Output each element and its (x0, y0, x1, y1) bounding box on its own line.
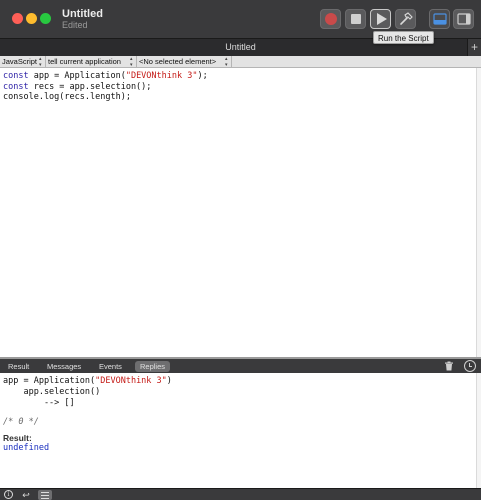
stop-button[interactable] (345, 9, 366, 29)
log-output: app = Application("DEVONthink 3") app.se… (0, 373, 476, 488)
return-arrow-icon: ↩ (22, 490, 30, 500)
stop-icon (350, 14, 361, 24)
log-comment: /* 0 */ (3, 417, 39, 427)
script-editor[interactable]: const app = Application("DEVONthink 3");… (0, 68, 476, 357)
run-script-tooltip: Run the Script (373, 31, 434, 44)
play-icon (376, 13, 387, 25)
editor-scrollbar[interactable] (476, 68, 481, 357)
tab-events[interactable]: Events (94, 361, 127, 372)
code-line[interactable]: const app = Application("DEVONthink 3"); (3, 71, 208, 82)
hammer-icon (399, 12, 413, 25)
log-text: ) (166, 376, 172, 386)
run-button[interactable] (370, 9, 391, 29)
log-line: app.selection() (3, 387, 101, 397)
code-text: console.log(recs.length); (3, 92, 131, 102)
history-clock-icon[interactable] (464, 360, 476, 372)
show-log-button[interactable] (429, 9, 450, 29)
info-icon: i (4, 490, 13, 499)
element-popup[interactable]: <No selected element> (137, 56, 232, 68)
minimize-window-button[interactable] (26, 13, 37, 24)
language-popup[interactable]: JavaScript (0, 56, 46, 68)
description-button[interactable]: i (2, 490, 16, 500)
trash-icon[interactable] (444, 361, 454, 371)
bottom-pane-icon (432, 13, 447, 25)
code-keyword: const (3, 81, 29, 92)
window-subtitle: Edited (62, 20, 88, 30)
log-tab-bar: Result Messages Events Replies (0, 359, 481, 373)
log-list-button[interactable] (38, 490, 52, 500)
reply-log-button[interactable]: ↩ (19, 490, 33, 500)
log-line: app = Application("DEVONthink 3") (3, 376, 172, 386)
result-value: undefined (3, 443, 50, 453)
code-keyword: const (3, 71, 29, 81)
code-line[interactable]: const recs = app.selection(); (3, 82, 208, 93)
code-text: ); (197, 71, 208, 81)
show-library-button[interactable] (453, 9, 474, 29)
tab-messages[interactable]: Messages (42, 361, 86, 372)
result-label: Result: (3, 433, 32, 443)
list-icon (41, 492, 49, 493)
list-icon (41, 498, 49, 499)
log-scrollbar[interactable] (476, 373, 481, 488)
code-string: "DEVONthink 3" (125, 71, 198, 81)
status-bar: i ↩ (0, 488, 481, 500)
zoom-window-button[interactable] (40, 13, 51, 24)
compile-button[interactable] (395, 9, 416, 29)
code-text: app = Application( (28, 71, 126, 81)
log-string: "DEVONthink 3" (95, 376, 167, 386)
log-line: --> [] (3, 398, 75, 408)
navigation-bar: JavaScript tell current application <No … (0, 56, 481, 68)
code-text: recs = app.selection(); (28, 81, 152, 92)
tab-replies[interactable]: Replies (135, 361, 171, 372)
code-line[interactable]: console.log(recs.length); (3, 92, 208, 103)
log-text: app = Application( (3, 376, 96, 386)
list-icon (41, 495, 49, 496)
record-icon (324, 13, 337, 25)
new-tab-button[interactable]: + (467, 39, 481, 57)
tab-result[interactable]: Result (3, 361, 34, 372)
script-code[interactable]: const app = Application("DEVONthink 3");… (3, 71, 208, 103)
window-title: Untitled (62, 8, 103, 20)
target-popup[interactable]: tell current application (46, 56, 137, 68)
record-button[interactable] (320, 9, 341, 29)
side-pane-icon (456, 13, 471, 25)
close-window-button[interactable] (12, 13, 23, 24)
